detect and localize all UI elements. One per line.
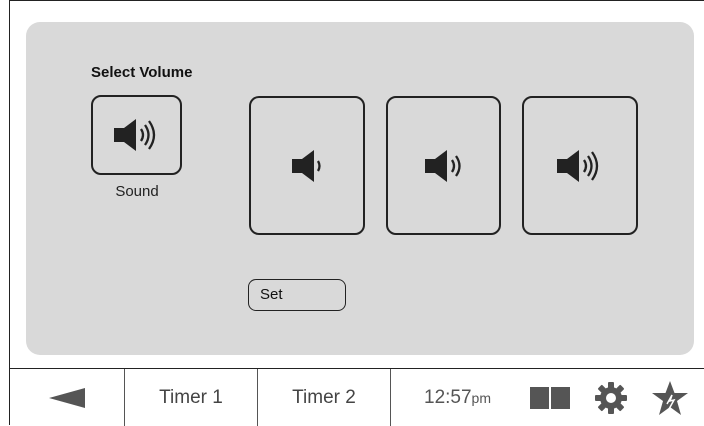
speaker-medium-icon xyxy=(424,149,461,182)
back-button[interactable] xyxy=(10,369,125,426)
gear-icon xyxy=(595,382,627,414)
volume-medium-button[interactable] xyxy=(386,96,501,235)
star-icon xyxy=(652,381,688,415)
split-view-button[interactable] xyxy=(528,383,572,413)
bottom-bar: Timer 1 Timer 2 12:57 pm xyxy=(10,368,704,426)
select-volume-heading: Select Volume xyxy=(91,64,193,81)
timer-1-button[interactable]: Timer 1 xyxy=(125,369,258,426)
speaker-low-icon xyxy=(292,149,321,182)
volume-high-button[interactable] xyxy=(522,96,638,235)
volume-low-button[interactable] xyxy=(249,96,365,235)
favorite-button[interactable] xyxy=(650,380,690,416)
sound-button[interactable] xyxy=(91,95,182,175)
speaker-high-icon xyxy=(557,149,599,182)
speaker-high-icon xyxy=(113,119,155,151)
timer-2-button[interactable]: Timer 2 xyxy=(258,369,391,426)
sound-label: Sound xyxy=(115,183,159,200)
clock: 12:57 pm xyxy=(391,369,524,426)
split-view-icon xyxy=(530,387,570,409)
settings-button[interactable] xyxy=(593,381,629,415)
set-button[interactable]: Set xyxy=(248,279,346,311)
clock-time: 12:57 xyxy=(424,386,472,408)
clock-suffix: pm xyxy=(471,389,491,406)
back-arrow-icon xyxy=(49,387,85,408)
